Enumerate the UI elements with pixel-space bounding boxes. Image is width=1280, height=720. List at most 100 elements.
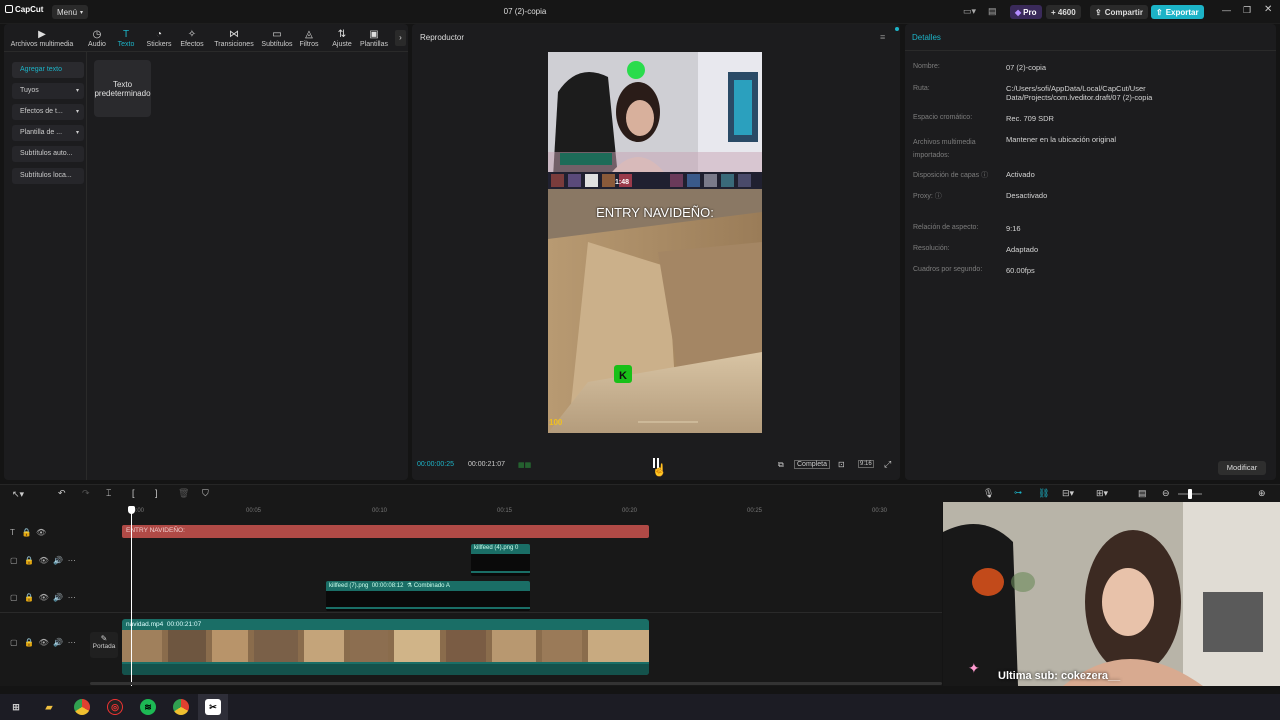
nav-local-subtitles[interactable]: Subtítulos loca... (12, 168, 84, 184)
text-clip[interactable]: ENTRY NAVIDEÑO: (122, 525, 649, 538)
close-icon[interactable]: ✕ (1264, 4, 1272, 15)
eye-icon[interactable]: 👁 (36, 528, 46, 537)
modify-button[interactable]: Modificar (1218, 461, 1266, 475)
maximize-icon[interactable]: ❐ (1243, 5, 1251, 16)
trim-left-icon[interactable]: [ (132, 488, 135, 498)
spotify-icon[interactable]: ≋ (140, 699, 156, 715)
export-button[interactable]: ⇧ Exportar (1151, 5, 1204, 19)
more-icon[interactable]: ⋯ (68, 638, 76, 647)
nav-add-text[interactable]: Agregar texto (12, 62, 84, 78)
undo-icon[interactable]: ↶ (58, 488, 66, 499)
preview-axis-icon[interactable]: ⊟▾ (1062, 488, 1074, 499)
tab-label: Texto (117, 41, 135, 48)
playhead[interactable] (131, 506, 132, 686)
detail-label: Espacio cromático: (913, 114, 973, 121)
more-icon[interactable]: ⋯ (68, 556, 76, 565)
pro-badge[interactable]: ◆ Pro (1010, 5, 1042, 19)
clip-name: killfeed (7).png (329, 583, 369, 589)
tab-templates[interactable]: ▣ Plantillas (354, 28, 394, 48)
time-ruler: 00:00 00:05 00:10 00:15 00:20 00:25 00:3… (122, 502, 942, 520)
layout-icon[interactable]: ▭▾ (963, 6, 976, 17)
video-clip[interactable]: navidad.mp4 00:00:21:07 (122, 619, 649, 675)
aspect-button[interactable]: 9:16 (858, 460, 874, 468)
delete-icon[interactable]: 🗑 (178, 488, 189, 499)
divider (86, 52, 87, 480)
detail-value: Desactivado (1006, 191, 1048, 200)
speaker-icon[interactable]: 🔊 (53, 638, 63, 647)
redo-icon[interactable]: ↷ (82, 488, 90, 499)
default-text-card[interactable]: Texto predeterminado (94, 60, 151, 117)
detail-value: Adaptado (1006, 245, 1039, 254)
minimize-icon[interactable]: — (1222, 5, 1231, 15)
credits-button[interactable]: + 4600 (1046, 5, 1081, 19)
select-tool-icon[interactable]: ↖▾ (12, 489, 24, 500)
info-icon[interactable]: ⓘ (981, 172, 988, 179)
snap-icon[interactable]: ⊶ (1014, 488, 1022, 497)
shield-icon[interactable]: ⛉ (202, 488, 209, 499)
share-button[interactable]: ⇪ Compartir (1090, 5, 1148, 19)
nav-yours[interactable]: Tuyos ▾ (12, 83, 84, 99)
screenshot-icon[interactable]: ⊡ (838, 460, 845, 469)
hud-value: 100 (549, 418, 563, 427)
trim-right-icon[interactable]: ] (155, 488, 158, 498)
split-icon[interactable]: ⌶ (106, 488, 111, 499)
detail-label: Cuadros por segundo: (913, 266, 983, 273)
shortcuts-icon[interactable]: ▤ (988, 6, 997, 17)
nav-templates[interactable]: Plantilla de ... ▾ (12, 125, 84, 141)
more-icon[interactable]: ⋯ (68, 593, 76, 602)
nav-text-effects[interactable]: Efectos de t... ▾ (12, 104, 84, 120)
tab-label: Stickers (146, 41, 172, 48)
fullscreen-icon[interactable]: ⤢ (884, 459, 891, 470)
zoom-handle[interactable] (1188, 489, 1192, 499)
nav-label: Plantilla de ... (20, 129, 63, 136)
clip-header: killfeed (7).png 00:00:08:12 ⚗ Combinado… (326, 581, 530, 591)
detail-label-text: Proxy: (913, 193, 933, 200)
eye-icon[interactable]: 👁 (39, 638, 49, 647)
image-clip-killfeed-7[interactable]: killfeed (7).png 00:00:08:12 ⚗ Combinado… (326, 581, 530, 611)
microphone-icon[interactable]: 🎙 (983, 488, 994, 499)
eye-icon[interactable]: 👁 (39, 593, 49, 602)
eye-icon[interactable]: 👁 (39, 556, 49, 565)
cover-button[interactable]: ✎ Portada (90, 632, 118, 658)
hamburger-icon[interactable]: ≡ (880, 32, 885, 42)
speaker-icon[interactable]: 🔊 (53, 556, 63, 565)
playhead-handle[interactable] (128, 506, 135, 514)
timeline-grid-icon[interactable]: ▦▦ (518, 461, 531, 469)
lock-icon[interactable]: 🔒 (22, 528, 32, 537)
text-track-icon: T (10, 528, 15, 537)
nav-auto-subtitles[interactable]: Subtítulos auto... (12, 146, 84, 162)
chevron-down-icon: ▾ (75, 88, 79, 94)
crop-icon[interactable]: ⧉ (778, 460, 784, 470)
subtitle-icon[interactable]: ▤ (1138, 488, 1147, 499)
link-icon[interactable]: ⛓ (1038, 488, 1049, 499)
share-icon: ⇪ (1095, 7, 1102, 17)
lock-icon[interactable]: 🔒 (24, 593, 34, 602)
folder-icon[interactable]: ▰ (41, 699, 57, 715)
upload-icon: ⇧ (1156, 7, 1163, 17)
speaker-icon[interactable]: 🔊 (53, 593, 63, 602)
ratio-button[interactable]: Completa (794, 460, 830, 469)
lock-icon[interactable]: 🔒 (24, 556, 34, 565)
zoom-out-icon[interactable]: ⊖ (1162, 488, 1170, 499)
tab-media[interactable]: ▶ Archivos multimedia (6, 28, 78, 48)
project-title: 07 (2)-copia (503, 7, 547, 16)
layout-icon[interactable]: ⊞▾ (1096, 488, 1108, 499)
timeline-scrollbar[interactable] (90, 682, 942, 685)
info-icon[interactable]: ⓘ (935, 193, 942, 200)
clip-header: navidad.mp4 00:00:21:07 (122, 619, 649, 630)
image-clip-killfeed-4[interactable]: killfeed (4).png 0 (471, 544, 530, 576)
chrome-profile-icon[interactable] (173, 699, 189, 715)
zoom-in-icon[interactable]: ⊕ (1258, 488, 1266, 499)
lock-icon[interactable]: 🔒 (24, 638, 34, 647)
chrome-icon[interactable] (74, 699, 90, 715)
chevron-down-icon: ▾ (75, 109, 79, 115)
tick-label: 00:05 (246, 508, 262, 514)
chevron-right-icon[interactable]: › (395, 30, 406, 46)
track-controls-text: T 🔒 👁 (10, 528, 46, 537)
video-thumbnails (122, 630, 649, 662)
details-panel: Detalles Nombre: 07 (2)-copia Ruta: C:/U… (905, 24, 1276, 480)
windows-start-icon[interactable]: ⊞ (8, 699, 24, 715)
app-icon[interactable]: ◎ (107, 699, 123, 715)
capcut-icon[interactable]: ✂ (205, 699, 221, 715)
video-preview[interactable]: K 1:48 ENTRY NAVIDEÑO: 100 (548, 52, 762, 433)
